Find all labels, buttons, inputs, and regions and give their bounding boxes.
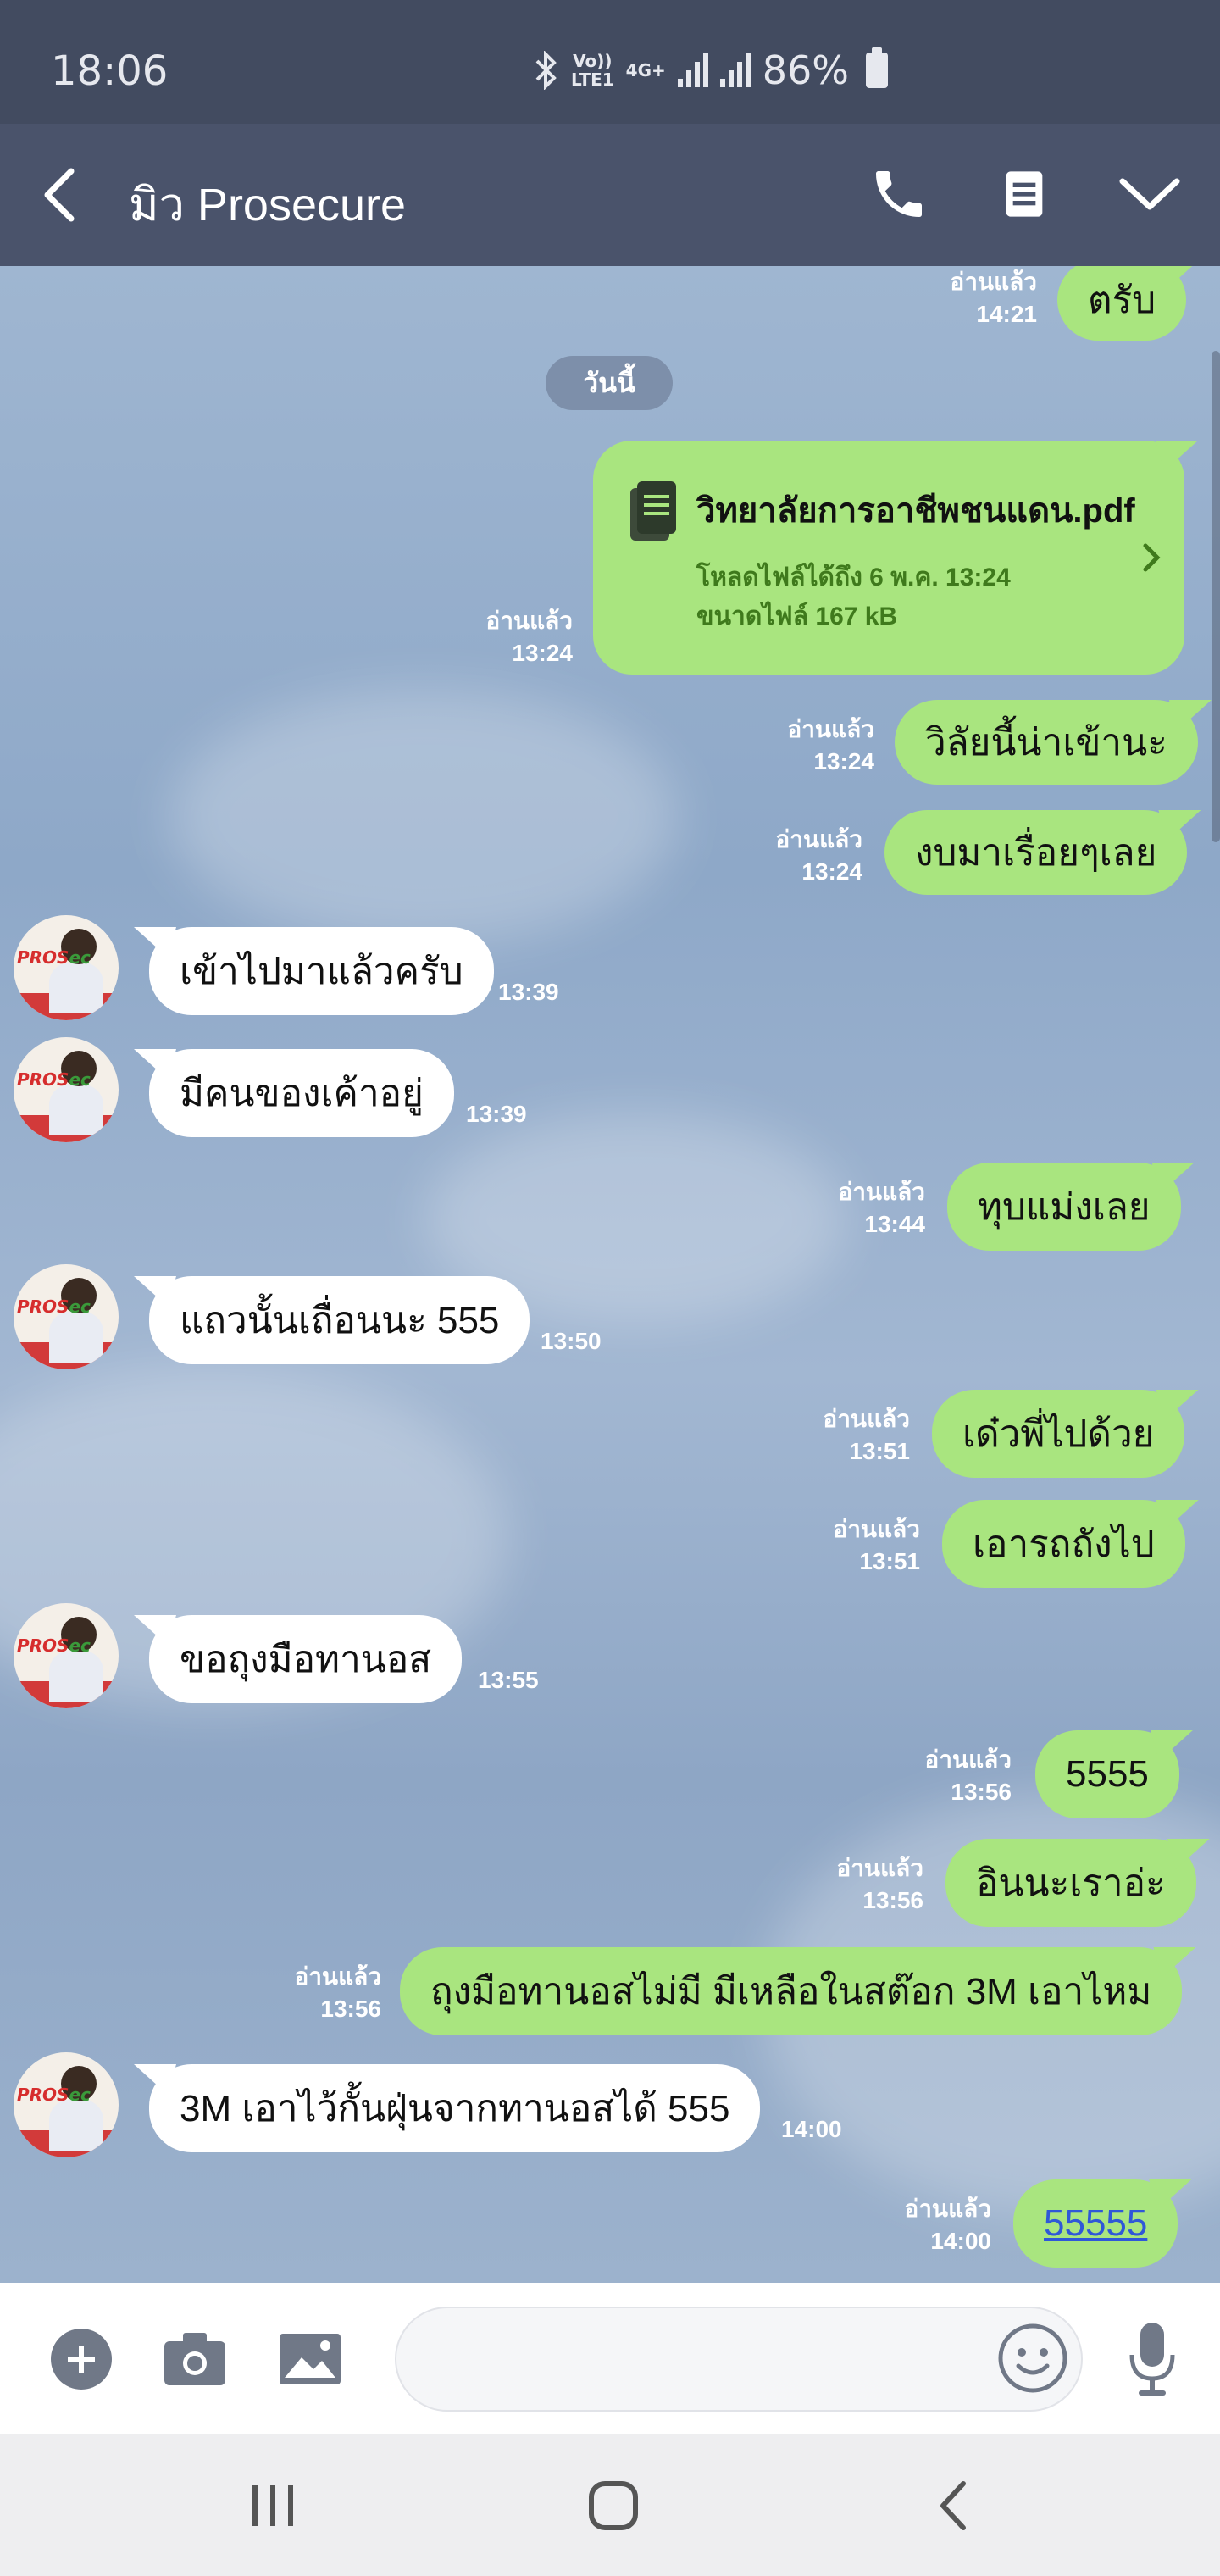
notes-button[interactable] <box>986 156 1062 232</box>
home-icon <box>589 2481 638 2530</box>
camera-button[interactable] <box>161 2325 229 2393</box>
message-bubble[interactable]: อินนะเราอ่ะ <box>946 1839 1196 1927</box>
back-button[interactable] <box>34 161 85 229</box>
file-name: วิทยาลัยการอาชีพชนแดน.pdf <box>696 492 1135 530</box>
phone-icon <box>876 171 922 217</box>
add-button[interactable] <box>47 2325 115 2393</box>
message-bubble[interactable]: มีคนของเค้าอยู่ <box>149 1049 454 1137</box>
file-icon <box>630 481 676 541</box>
message-bubble[interactable]: ขอถุงมือทานอส <box>149 1615 463 1703</box>
battery-icon <box>866 47 888 88</box>
read-receipt: อ่านแล้ว 13:44 <box>838 1179 925 1237</box>
read-receipt: อ่านแล้ว 13:24 <box>775 826 862 885</box>
scrollbar[interactable] <box>1212 351 1220 842</box>
read-receipt: อ่านแล้ว 14:00 <box>904 2196 991 2254</box>
read-receipt: อ่านแล้ว 14:21 <box>950 269 1037 327</box>
home-button[interactable] <box>571 2468 656 2544</box>
message-time: 13:39 <box>498 979 559 1005</box>
message-bubble[interactable]: 55555 <box>1013 2179 1178 2268</box>
back-nav-button[interactable] <box>912 2468 996 2544</box>
message-bubble[interactable]: ทุบแม่งเลย <box>947 1163 1181 1251</box>
signal-icon-2 <box>719 53 751 87</box>
date-divider: วันนี้ <box>546 356 673 410</box>
read-receipt: อ่านแล้ว 13:56 <box>294 1963 381 2022</box>
battery-percent: 86% <box>762 47 849 93</box>
gallery-button[interactable] <box>276 2325 344 2393</box>
image-icon <box>280 2334 341 2384</box>
microphone-icon <box>1129 2323 1175 2396</box>
read-receipt: อ่านแล้ว 13:24 <box>485 608 573 666</box>
chevron-down-icon <box>1119 178 1180 210</box>
message-bubble[interactable]: ถุงมือทานอสไม่มี มีเหลือในสต๊อก 3M เอาไห… <box>400 1947 1183 2035</box>
read-receipt: อ่านแล้ว 13:51 <box>823 1406 910 1464</box>
message-bubble[interactable]: เด๋วพี่ไปด้วย <box>932 1390 1185 1478</box>
plus-circle-icon <box>51 2329 112 2390</box>
read-receipt: อ่านแล้ว 13:56 <box>836 1855 923 1913</box>
status-icons: Vo)) LTE1 4G+ 86% <box>534 47 888 93</box>
read-receipt: อ่านแล้ว 13:56 <box>924 1746 1012 1805</box>
voice-button[interactable] <box>1118 2323 1186 2396</box>
message-bubble[interactable]: 3M เอาไว้กั้นฝุ่นจากทานอสได้ 555 <box>149 2064 761 2152</box>
file-message[interactable]: วิทยาลัยการอาชีพชนแดน.pdf โหลดไฟล์ได้ถึง… <box>593 441 1184 675</box>
avatar[interactable]: PROSec <box>14 1264 119 1369</box>
message-bubble[interactable]: แถวนั้นเถื่อนนะ 555 <box>149 1276 530 1364</box>
read-receipt: อ่านแล้ว 13:51 <box>833 1516 920 1574</box>
message-bubble[interactable]: 5555 <box>1035 1730 1179 1818</box>
call-button[interactable] <box>861 156 937 232</box>
avatar[interactable]: PROSec <box>14 2052 119 2157</box>
recents-icon <box>252 2485 293 2526</box>
note-icon <box>1006 171 1043 217</box>
chat-area[interactable]: อ่านแล้ว 14:21 ตรับ วันนี้ อ่านแล้ว 13:24 … <box>0 266 1220 2283</box>
message-input[interactable] <box>395 2307 1083 2412</box>
chevron-left-icon <box>44 168 75 222</box>
read-receipt: อ่านแล้ว 13:24 <box>787 716 874 774</box>
message-bubble[interactable]: ตรับ <box>1057 266 1187 341</box>
message-bubble[interactable]: วิลัยนี้น่าเข้านะ <box>895 700 1198 785</box>
network-type: 4G+ <box>625 60 666 80</box>
avatar[interactable]: PROSec <box>14 1603 119 1708</box>
file-expiry: โหลดไฟล์ได้ถึง 6 พ.ค. 13:24 <box>696 564 1011 591</box>
message-bubble[interactable]: งบมาเรื่อยๆเลย <box>884 810 1188 895</box>
volte-indicator: Vo)) LTE1 <box>571 51 614 90</box>
input-bar <box>0 2283 1220 2434</box>
message-bubble[interactable]: เอารถถังไป <box>942 1500 1185 1588</box>
message-link[interactable]: 55555 <box>1044 2202 1147 2245</box>
message-time: 13:55 <box>478 1667 539 1693</box>
message-bubble[interactable]: เข้าไปมาแล้วครับ <box>149 927 494 1015</box>
system-nav-bar <box>0 2434 1220 2576</box>
chevron-right-icon <box>1143 543 1161 572</box>
back-icon <box>940 2481 966 2530</box>
file-size: ขนาดไฟล์ 167 kB <box>696 602 898 630</box>
avatar[interactable]: PROSec <box>14 915 119 1020</box>
smiley-icon <box>998 2323 1068 2393</box>
message-time: 13:50 <box>541 1328 602 1354</box>
chat-title: มิว Prosecure <box>129 180 407 230</box>
status-time: 18:06 <box>51 47 169 95</box>
menu-dropdown-button[interactable] <box>1112 156 1188 232</box>
message-time: 14:00 <box>781 2116 842 2142</box>
recents-button[interactable] <box>230 2468 315 2544</box>
emoji-button[interactable] <box>995 2320 1071 2396</box>
chat-header: มิว Prosecure <box>0 124 1220 266</box>
avatar[interactable]: PROSec <box>14 1037 119 1142</box>
message-time: 13:39 <box>466 1101 527 1127</box>
bluetooth-icon <box>535 51 557 90</box>
signal-icon <box>677 53 708 87</box>
camera-icon <box>164 2333 225 2385</box>
status-bar: 18:06 Vo)) LTE1 4G+ 86% <box>0 0 1220 124</box>
